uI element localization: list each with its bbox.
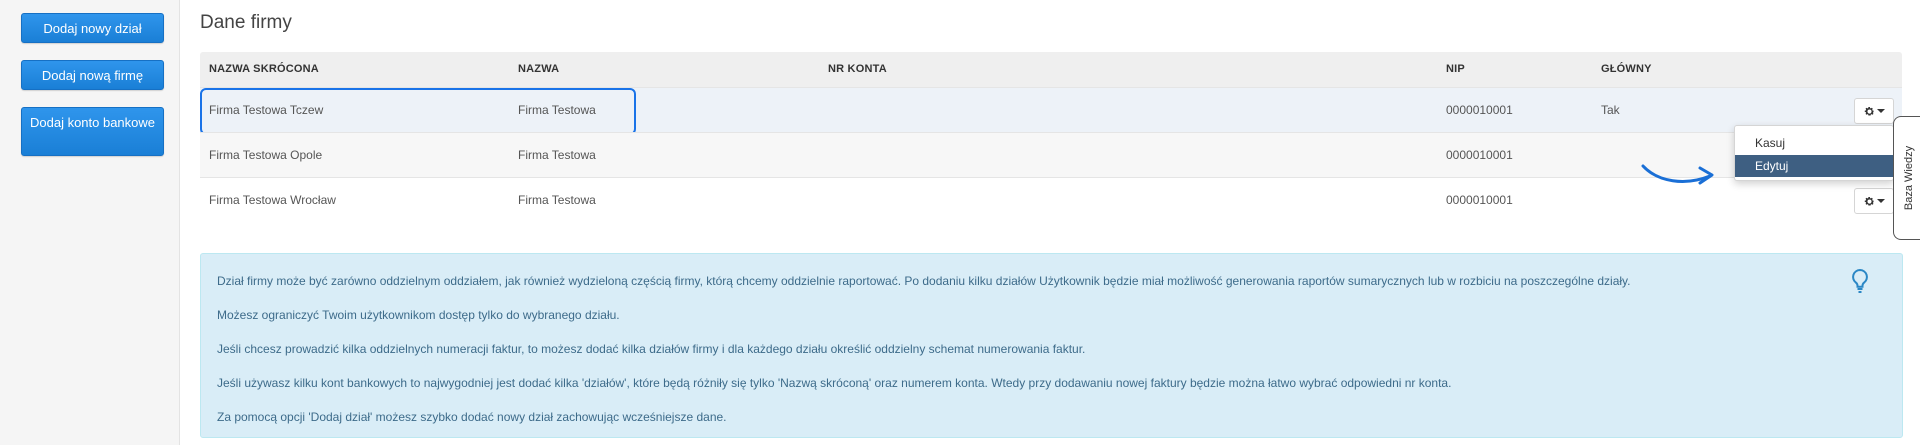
cell-nip: 0000010001 [1446, 103, 1513, 117]
menu-item-edit[interactable]: Edytuj [1735, 155, 1893, 177]
row-actions-button[interactable] [1854, 188, 1894, 214]
row-actions-menu: Kasuj Edytuj [1734, 125, 1894, 181]
knowledge-base-label: Baza Wiedzy [1902, 145, 1915, 211]
cell-name: Firma Testowa [518, 193, 596, 207]
add-company-button[interactable]: Dodaj nową firmę [21, 60, 164, 90]
column-header-short-name[interactable]: NAZWA SKRÓCONA [209, 63, 319, 75]
table-row[interactable]: Firma Testowa Tczew Firma Testowa 000001… [200, 87, 1902, 135]
cell-nip: 0000010001 [1446, 193, 1513, 207]
chevron-down-icon [1876, 109, 1885, 113]
cell-short-name: Firma Testowa Opole [209, 148, 323, 162]
sidebar: Dodaj nowy dział Dodaj nową firmę Dodaj … [0, 0, 180, 445]
column-header-name[interactable]: NAZWA [518, 63, 559, 75]
cell-nip: 0000010001 [1446, 148, 1513, 162]
add-department-button[interactable]: Dodaj nowy dział [21, 13, 164, 43]
column-header-account[interactable]: NR KONTA [828, 63, 887, 75]
cell-short-name: Firma Testowa Wrocław [209, 193, 336, 207]
cell-name: Firma Testowa [518, 148, 596, 162]
info-paragraph: Dział firmy może być zarówno oddzielnym … [217, 274, 1631, 288]
gear-icon [1864, 106, 1874, 116]
gear-icon [1864, 196, 1874, 206]
row-actions-button[interactable] [1854, 98, 1894, 124]
info-panel: Dział firmy może być zarówno oddzielnym … [200, 253, 1903, 438]
page-title: Dane firmy [200, 12, 292, 33]
cell-main: Tak [1601, 103, 1620, 117]
knowledge-base-tab[interactable]: Baza Wiedzy [1893, 116, 1920, 240]
column-header-nip[interactable]: NIP [1446, 63, 1465, 75]
lightbulb-icon [1852, 268, 1868, 293]
cell-name: Firma Testowa [518, 103, 596, 117]
info-paragraph: Za pomocą opcji 'Dodaj dział' możesz szy… [217, 410, 727, 424]
cell-short-name: Firma Testowa Tczew [209, 103, 324, 117]
info-paragraph: Jeśli chcesz prowadzić kilka oddzielnych… [217, 342, 1086, 356]
add-bank-account-button[interactable]: Dodaj konto bankowe [21, 107, 164, 156]
menu-item-delete[interactable]: Kasuj [1735, 132, 1893, 154]
column-header-main[interactable]: GŁÓWNY [1601, 63, 1652, 75]
info-paragraph: Jeśli używasz kilku kont bankowych to na… [217, 376, 1452, 390]
companies-table: NAZWA SKRÓCONA NAZWA NR KONTA NIP GŁÓWNY… [200, 52, 1902, 222]
table-header: NAZWA SKRÓCONA NAZWA NR KONTA NIP GŁÓWNY [200, 52, 1902, 87]
info-paragraph: Możesz ograniczyć Twoim użytkownikom dos… [217, 308, 620, 322]
chevron-down-icon [1876, 199, 1885, 203]
pointer-arrow-icon [1641, 164, 1714, 185]
